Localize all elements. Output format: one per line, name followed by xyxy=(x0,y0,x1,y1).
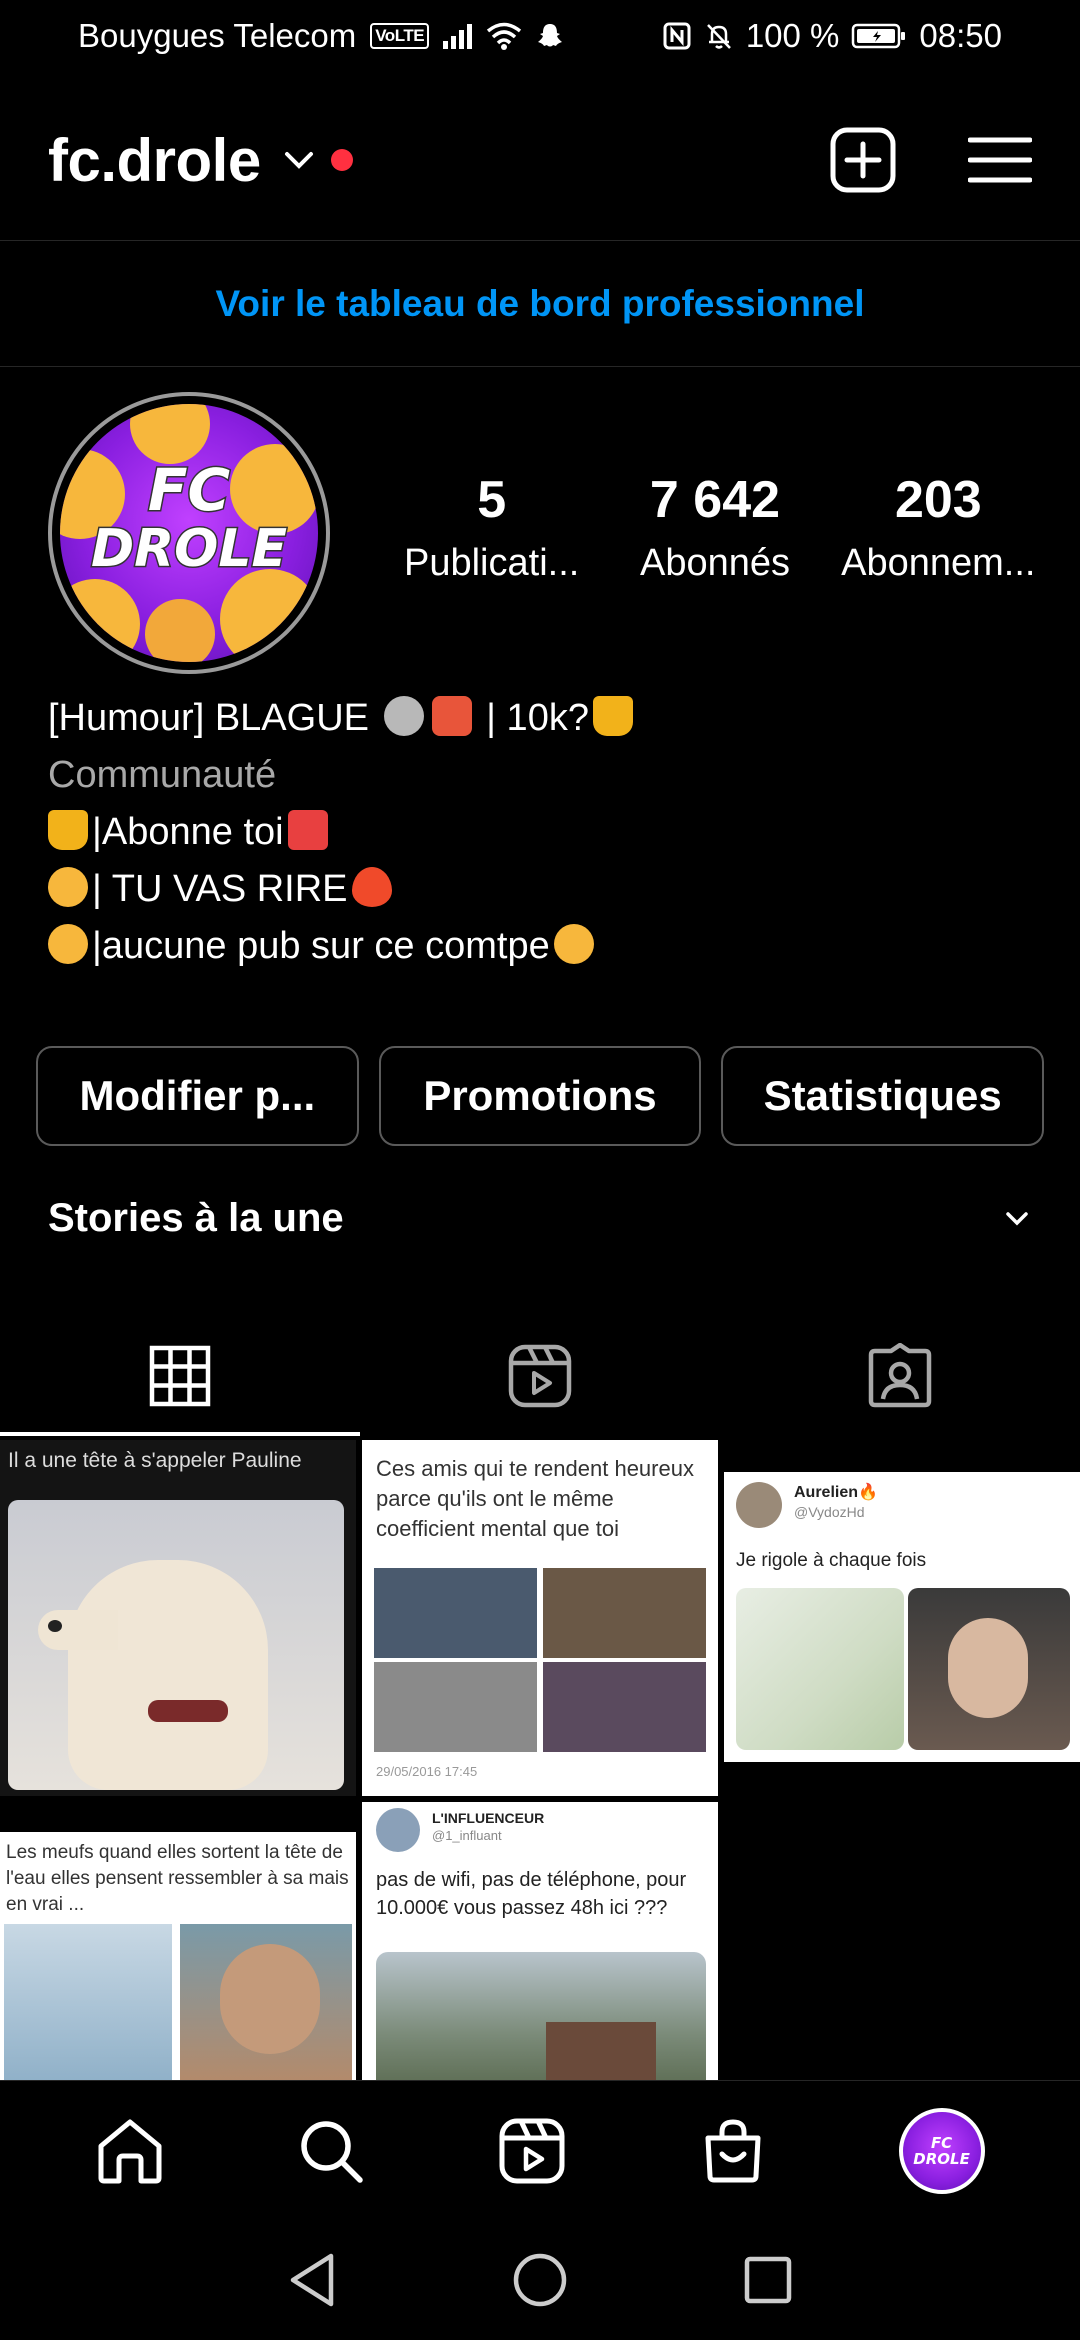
post-author: Aurelien🔥 xyxy=(794,1484,878,1501)
menu-icon[interactable] xyxy=(968,135,1032,185)
chevron-down-icon[interactable] xyxy=(1002,1204,1032,1234)
avatar-text: FC xyxy=(146,455,231,526)
post-date: 29/05/2016 17:45 xyxy=(376,1764,478,1779)
edit-profile-button[interactable]: Modifier p... xyxy=(36,1046,359,1146)
stat-label: Abonnés xyxy=(639,542,790,584)
posts-count[interactable]: 5 Publicati... xyxy=(380,470,603,585)
profile-bio: [Humour] BLAGUE | 10k? Communauté |Abonn… xyxy=(48,690,637,975)
bio-line: |Abonne toi xyxy=(48,804,637,861)
nerd-face-emoji-icon xyxy=(553,924,594,964)
tagged-icon xyxy=(868,1343,932,1408)
tv-emoji-icon xyxy=(431,696,472,736)
notification-dot xyxy=(330,149,353,171)
system-navigation xyxy=(0,2220,1080,2340)
post-thumbnail[interactable]: Les meufs quand elles sortent la tête de… xyxy=(0,1832,356,2080)
post-thumbnail[interactable]: Aurelien🔥 @VydozHd Je rigole à chaque fo… xyxy=(724,1472,1080,1762)
post-caption: Ces amis qui te rendent heureux parce qu… xyxy=(376,1456,694,1541)
story-highlights-title: Stories à la une xyxy=(48,1196,344,1240)
following-count[interactable]: 203 Abonnem... xyxy=(827,470,1050,585)
insights-button[interactable]: Statistiques xyxy=(721,1046,1045,1146)
bio-text: |aucune pub sur ce comtpe xyxy=(92,925,550,967)
tab-grid[interactable] xyxy=(0,1316,360,1436)
avatar-text: DROLE xyxy=(89,518,288,581)
post-thumbnail[interactable]: Ces amis qui te rendent heureux parce qu… xyxy=(362,1440,718,1796)
profile-avatar[interactable]: FC DROLE xyxy=(48,392,330,674)
nfc-icon xyxy=(663,22,691,50)
battery-icon xyxy=(852,23,906,49)
bio-line: [Humour] BLAGUE | 10k? xyxy=(48,690,637,747)
battery-percent: 100 % xyxy=(745,17,840,54)
post-caption: Il a une tête à s'appeler Pauline xyxy=(8,1449,302,1472)
stat-label: Abonnem... xyxy=(841,542,1036,584)
posts-grid: Il a une tête à s'appeler Pauline Ces am… xyxy=(0,1440,1080,2080)
shop-icon[interactable] xyxy=(698,2116,768,2186)
snapchat-icon xyxy=(538,24,563,47)
profile-tab-avatar[interactable]: FC DROLE xyxy=(898,2107,985,2194)
star-struck-emoji-icon xyxy=(48,867,88,907)
popcorn-emoji-icon xyxy=(287,810,328,850)
home-circle-icon[interactable] xyxy=(512,2252,568,2308)
post-caption: pas de wifi, pas de téléphone, pour 10.0… xyxy=(376,1869,687,1919)
bio-text: | 10k? xyxy=(486,697,589,739)
chevron-down-icon[interactable] xyxy=(281,142,317,178)
mute-bell-icon xyxy=(706,24,731,49)
post-thumbnail[interactable]: L'INFLUENCEUR @1_influant pas de wifi, p… xyxy=(362,1802,718,2080)
volte-icon: VoLTE xyxy=(370,23,430,49)
signal-icon xyxy=(443,23,473,49)
account-category: Communauté xyxy=(48,754,277,796)
profile-tabs xyxy=(0,1316,1080,1436)
post-handle: @1_influant xyxy=(432,1828,502,1843)
username[interactable]: fc.drole xyxy=(48,126,261,195)
followers-count[interactable]: 7 642 Abonnés xyxy=(603,470,826,585)
avatar-text: FC DROLE xyxy=(913,2133,970,2168)
promotions-button[interactable]: Promotions xyxy=(378,1046,702,1146)
divider xyxy=(0,240,1080,241)
reels-icon xyxy=(508,1344,572,1408)
balloon-emoji-icon xyxy=(351,867,392,907)
post-caption: Je rigole à chaque fois xyxy=(736,1550,927,1571)
bio-text: |Abonne toi xyxy=(92,811,284,853)
status-bar: Bouygues Telecom VoLTE 100 % 08:50 xyxy=(0,0,1080,72)
bio-line: |aucune pub sur ce comtpe xyxy=(48,918,637,975)
stat-value: 5 xyxy=(477,471,507,529)
create-post-icon[interactable] xyxy=(828,125,898,195)
post-handle: @VydozHd xyxy=(794,1504,865,1520)
post-thumbnail[interactable]: Il a une tête à s'appeler Pauline xyxy=(0,1440,356,1796)
tab-tagged[interactable] xyxy=(720,1316,1080,1436)
stat-label: Publicati... xyxy=(404,542,580,584)
post-caption: Les meufs quand elles sortent la tête de… xyxy=(6,1842,349,1915)
clock: 08:50 xyxy=(919,17,1002,54)
professional-dashboard-link[interactable]: Voir le tableau de bord professionnel xyxy=(0,242,1080,366)
bottom-navigation: FC DROLE xyxy=(0,2080,1080,2220)
home-icon[interactable] xyxy=(95,2116,165,2186)
bio-line: | TU VAS RIRE xyxy=(48,861,637,918)
zany-face-emoji-icon xyxy=(48,924,88,964)
search-icon[interactable] xyxy=(296,2116,366,2186)
profile-actions: Modifier p... Promotions Statistiques xyxy=(36,1046,1045,1146)
stat-value: 203 xyxy=(894,471,982,529)
back-icon[interactable] xyxy=(287,2252,337,2308)
trophy-emoji-icon xyxy=(592,696,633,736)
bio-text: [Humour] BLAGUE xyxy=(48,697,369,739)
wolf-emoji-icon xyxy=(383,696,424,736)
profile-header: fc.drole xyxy=(0,110,1080,210)
post-author: L'INFLUENCEUR xyxy=(432,1810,545,1826)
stat-value: 7 642 xyxy=(649,471,781,529)
recents-icon[interactable] xyxy=(743,2255,793,2305)
tab-reels[interactable] xyxy=(360,1316,720,1436)
carrier-name: Bouygues Telecom xyxy=(78,17,357,54)
wifi-icon xyxy=(486,22,522,50)
profile-stats: 5 Publicati... 7 642 Abonnés 203 Abonnem… xyxy=(380,470,1050,585)
reels-icon[interactable] xyxy=(497,2116,567,2186)
grid-icon xyxy=(149,1345,211,1407)
divider xyxy=(0,366,1080,367)
story-highlights-header[interactable]: Stories à la une xyxy=(48,1196,1032,1241)
trophy-emoji-icon xyxy=(48,810,88,850)
bio-text: | TU VAS RIRE xyxy=(92,868,348,910)
